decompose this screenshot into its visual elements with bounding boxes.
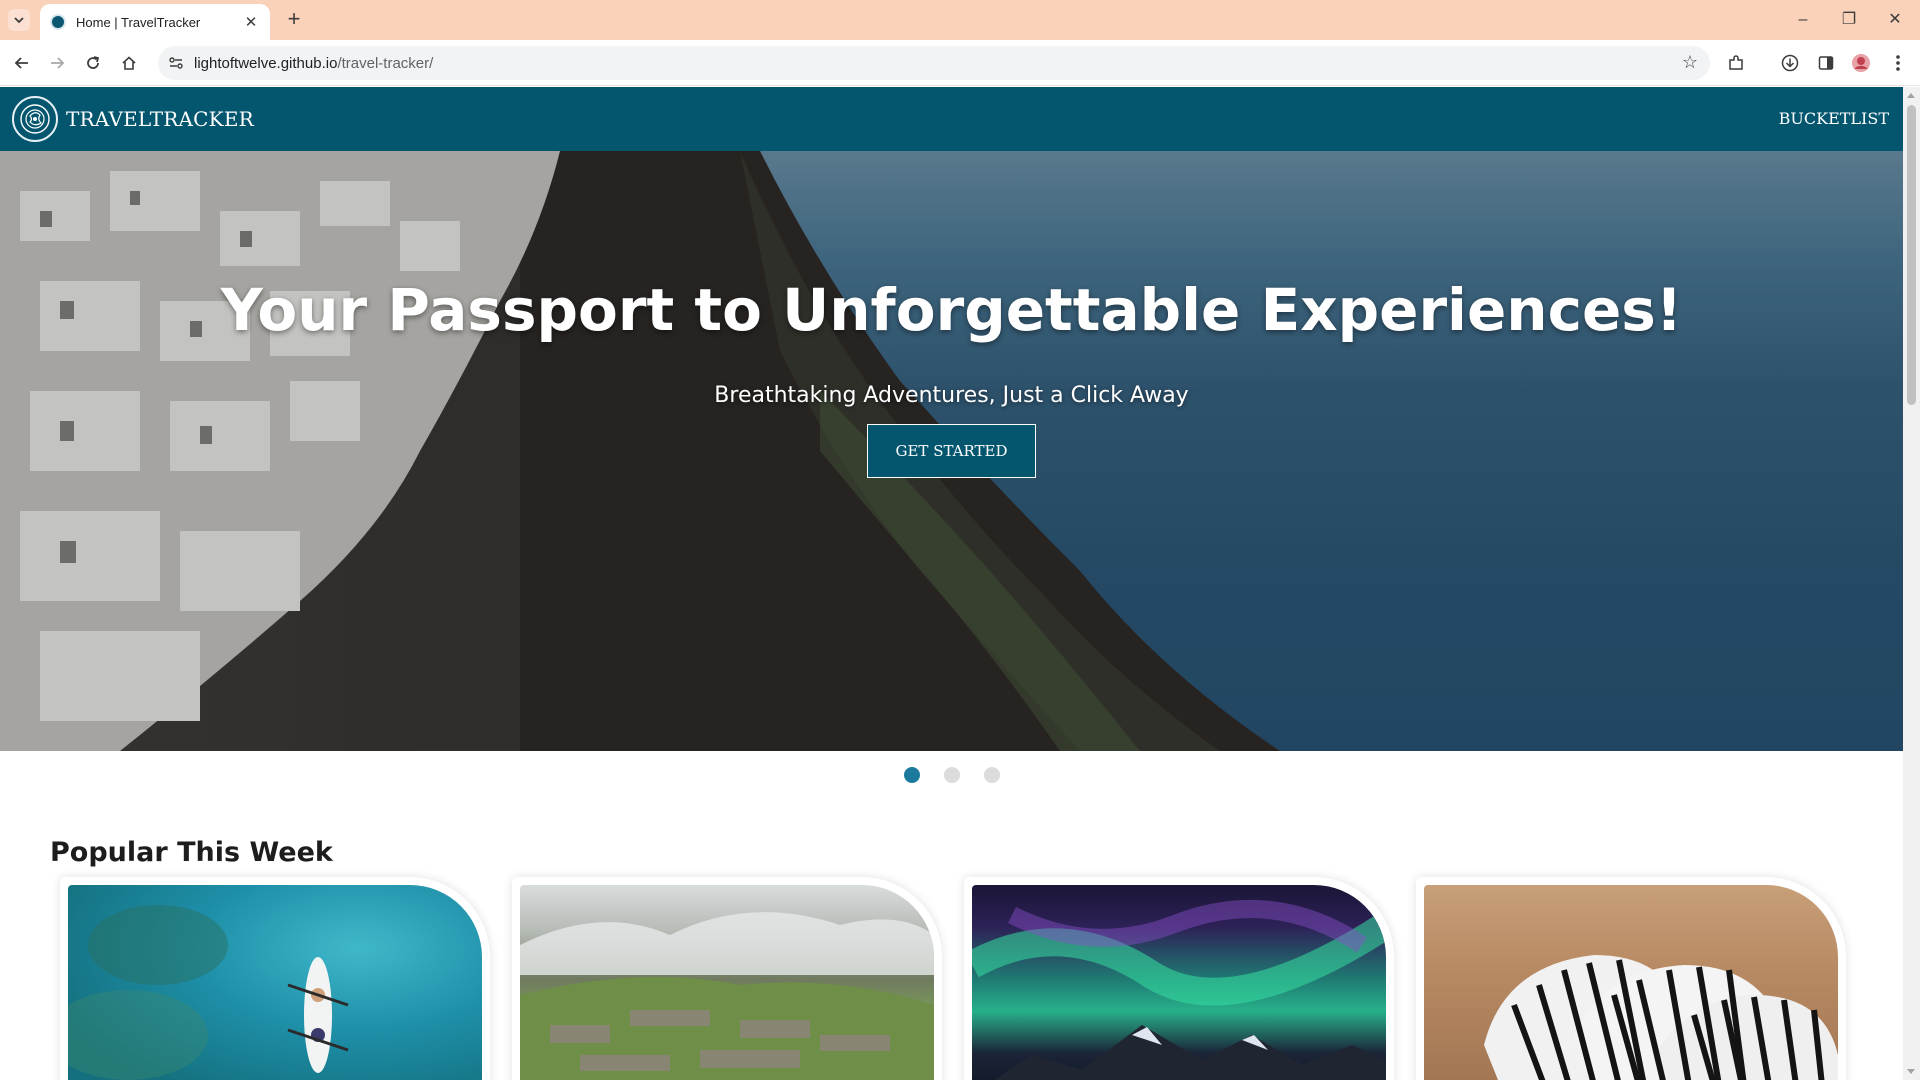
tab-title: Home | TravelTracker <box>76 14 201 30</box>
minimize-window-button[interactable]: – <box>1780 8 1826 32</box>
close-tab-icon[interactable]: ✕ <box>242 13 260 31</box>
home-button[interactable] <box>115 49 143 77</box>
destination-card[interactable] <box>60 877 490 1080</box>
site-info-icon[interactable] <box>168 55 184 71</box>
new-tab-button[interactable]: + <box>282 8 306 32</box>
arrow-left-icon <box>14 57 28 69</box>
browser-tab-strip: Home | TravelTracker ✕ + – ❐ ✕ <box>0 0 1920 40</box>
close-window-button[interactable]: ✕ <box>1872 8 1918 32</box>
browser-tab[interactable]: Home | TravelTracker ✕ <box>40 4 270 40</box>
hero-title: Your Passport to Unforgettable Experienc… <box>220 276 1683 344</box>
extensions-icon[interactable] <box>1724 51 1748 75</box>
web-page: TRAVELTRACKER BUCKETLIST Your Passport t… <box>0 87 1903 1080</box>
download-icon[interactable] <box>1778 51 1802 75</box>
browser-toolbar: lightoftwelve.github.io/travel-tracker/ … <box>0 40 1920 86</box>
northern-lights-image <box>972 885 1386 1080</box>
carousel-dot-1[interactable] <box>903 767 920 783</box>
bookmark-star-icon[interactable]: ☆ <box>1682 52 1698 73</box>
side-panel-icon[interactable] <box>1814 51 1838 75</box>
reload-button[interactable] <box>79 49 107 77</box>
forward-button[interactable] <box>43 49 71 77</box>
site-navbar: TRAVELTRACKER BUCKETLIST <box>0 87 1903 151</box>
carousel-indicators <box>0 767 1903 783</box>
restore-window-button[interactable]: ❐ <box>1826 8 1872 32</box>
get-started-button[interactable]: GET STARTED <box>867 424 1036 478</box>
carousel-dot-3[interactable] <box>983 767 1000 783</box>
hero-carousel: Your Passport to Unforgettable Experienc… <box>0 151 1903 751</box>
site-favicon-icon <box>50 14 66 30</box>
hero-subtitle: Breathtaking Adventures, Just a Click Aw… <box>714 383 1189 408</box>
url-text: lightoftwelve.github.io/travel-tracker/ <box>194 55 433 72</box>
globe-logo-icon <box>12 96 58 142</box>
destination-card[interactable] <box>964 877 1394 1080</box>
reload-icon <box>87 56 100 69</box>
address-bar[interactable]: lightoftwelve.github.io/travel-tracker/ … <box>158 46 1710 80</box>
arrow-right-icon <box>51 57 65 69</box>
scroll-down-icon[interactable] <box>1907 1069 1915 1074</box>
scrollbar-thumb[interactable] <box>1907 105 1916 405</box>
destination-card[interactable] <box>1416 877 1846 1080</box>
popular-cards <box>60 877 1850 1080</box>
brand-name: TRAVELTRACKER <box>66 107 254 131</box>
tab-search-button[interactable] <box>8 9 30 31</box>
kayak-lagoon-image <box>68 885 482 1080</box>
profile-avatar[interactable] <box>1849 51 1873 75</box>
zebra-herd-image <box>1424 885 1838 1080</box>
nav-link-bucketlist[interactable]: BUCKETLIST <box>1779 109 1889 128</box>
url-path: /travel-tracker/ <box>337 55 434 72</box>
url-host: lightoftwelve.github.io <box>194 55 338 72</box>
chevron-down-icon <box>14 17 24 24</box>
home-icon <box>122 56 136 70</box>
page-scrollbar[interactable] <box>1903 87 1920 1080</box>
scroll-up-icon[interactable] <box>1907 93 1915 98</box>
browser-menu-icon[interactable] <box>1886 51 1910 75</box>
popular-section-title: Popular This Week <box>50 837 333 868</box>
back-button[interactable] <box>8 49 36 77</box>
brand-link[interactable]: TRAVELTRACKER <box>12 96 254 142</box>
mountain-ruins-image <box>520 885 934 1080</box>
destination-card[interactable] <box>512 877 942 1080</box>
carousel-dot-2[interactable] <box>943 767 960 783</box>
